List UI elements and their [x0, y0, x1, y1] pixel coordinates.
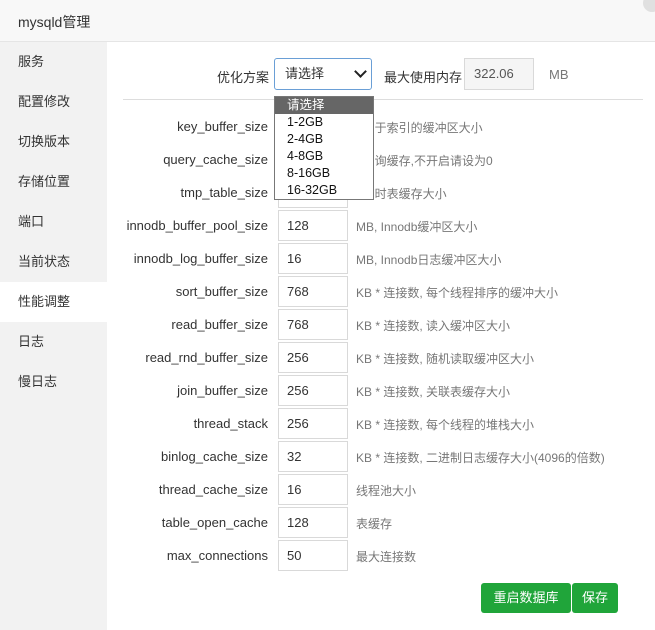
- sidebar-item-storage[interactable]: 存储位置: [0, 162, 107, 202]
- dropdown-option[interactable]: 4-8GB: [275, 148, 373, 165]
- sidebar-item-version[interactable]: 切换版本: [0, 122, 107, 162]
- param-desc: KB * 连接数, 每个线程排序的缓冲大小: [356, 286, 559, 300]
- param-name: query_cache_size: [163, 152, 268, 167]
- close-icon[interactable]: [643, 0, 655, 12]
- param-row: read_buffer_size 768 KB * 连接数, 读入缓冲区大小: [107, 309, 655, 342]
- param-input[interactable]: 256: [278, 342, 348, 373]
- param-name: join_buffer_size: [177, 383, 268, 398]
- param-desc: KB * 连接数, 二进制日志缓存大小(4096的倍数): [356, 451, 605, 465]
- param-row: max_connections 50 最大连接数: [107, 540, 655, 573]
- param-desc: 最大连接数: [356, 550, 417, 564]
- param-name: table_open_cache: [161, 515, 268, 530]
- max-memory-input[interactable]: 322.06: [464, 58, 534, 90]
- param-name: tmp_table_size: [180, 185, 268, 200]
- window-title: mysqld管理: [18, 14, 91, 30]
- param-desc: KB * 连接数, 每个线程的堆栈大小: [356, 418, 535, 432]
- param-row: read_rnd_buffer_size 256 KB * 连接数, 随机读取缓…: [107, 342, 655, 375]
- sidebar-item-port[interactable]: 端口: [0, 202, 107, 242]
- param-row: thread_stack 256 KB * 连接数, 每个线程的堆栈大小: [107, 408, 655, 441]
- param-name: read_rnd_buffer_size: [145, 350, 268, 365]
- param-row: innodb_buffer_pool_size 128 MB, Innodb缓冲…: [107, 210, 655, 243]
- main-panel: 优化方案 请选择 最大使用内存 322.06 MB key_buffer_siz…: [107, 42, 655, 630]
- param-name: key_buffer_size: [177, 119, 268, 134]
- param-desc: KB * 连接数, 读入缓冲区大小: [356, 319, 511, 333]
- dropdown-option[interactable]: 16-32GB: [275, 182, 373, 199]
- param-row: key_buffer_size , 用于索引的缓冲区大小: [107, 111, 655, 144]
- param-row: table_open_cache 128 表缓存: [107, 507, 655, 540]
- param-desc: MB, Innodb日志缓冲区大小: [356, 253, 502, 267]
- param-input[interactable]: 32: [278, 441, 348, 472]
- param-input[interactable]: 128: [278, 507, 348, 538]
- dropdown-option[interactable]: 8-16GB: [275, 165, 373, 182]
- max-memory-unit: MB: [549, 67, 569, 82]
- param-input[interactable]: 50: [278, 540, 348, 571]
- chevron-down-icon: [354, 65, 367, 78]
- param-input[interactable]: 16: [278, 243, 348, 274]
- param-name: sort_buffer_size: [175, 284, 268, 299]
- param-desc: KB * 连接数, 关联表缓存大小: [356, 385, 511, 399]
- param-name: innodb_buffer_pool_size: [126, 218, 268, 233]
- divider: [123, 99, 643, 100]
- dropdown-option[interactable]: 1-2GB: [275, 114, 373, 131]
- sidebar-item-performance[interactable]: 性能调整: [0, 282, 107, 322]
- optimize-label: 优化方案: [217, 70, 270, 85]
- sidebar-item-log[interactable]: 日志: [0, 322, 107, 362]
- param-name: innodb_log_buffer_size: [133, 251, 268, 266]
- param-desc: 线程池大小: [356, 484, 417, 498]
- param-row: thread_cache_size 16 线程池大小: [107, 474, 655, 507]
- param-name: thread_stack: [193, 416, 268, 431]
- param-name: binlog_cache_size: [161, 449, 268, 464]
- sidebar-item-slow-log[interactable]: 慢日志: [0, 362, 107, 402]
- optimize-row: 优化方案 请选择 最大使用内存 322.06 MB: [107, 58, 655, 92]
- param-input[interactable]: 768: [278, 309, 348, 340]
- param-desc: , 用于索引的缓冲区大小: [356, 121, 483, 135]
- sidebar-item-status[interactable]: 当前状态: [0, 242, 107, 282]
- param-row: query_cache_size , 查询缓存,不开启请设为0: [107, 144, 655, 177]
- param-row: binlog_cache_size 32 KB * 连接数, 二进制日志缓存大小…: [107, 441, 655, 474]
- param-desc: MB, Innodb缓冲区大小: [356, 220, 478, 234]
- param-input[interactable]: 16: [278, 474, 348, 505]
- param-desc: 表缓存: [356, 517, 393, 531]
- max-memory-label: 最大使用内存: [384, 70, 463, 85]
- restart-database-button[interactable]: 重启数据库: [481, 583, 571, 613]
- dropdown-option[interactable]: 请选择: [275, 97, 373, 114]
- sidebar-item-service[interactable]: 服务: [0, 42, 107, 82]
- sidebar-item-config[interactable]: 配置修改: [0, 82, 107, 122]
- param-row: tmp_table_size , 临时表缓存大小: [107, 177, 655, 210]
- param-desc: , 查询缓存,不开启请设为0: [356, 154, 493, 168]
- param-name: max_connections: [166, 548, 268, 563]
- param-row: sort_buffer_size 768 KB * 连接数, 每个线程排序的缓冲…: [107, 276, 655, 309]
- param-desc: KB * 连接数, 随机读取缓冲区大小: [356, 352, 535, 366]
- param-name: read_buffer_size: [171, 317, 268, 332]
- optimize-dropdown: 请选择 1-2GB 2-4GB 4-8GB 8-16GB 16-32GB: [274, 96, 374, 200]
- param-row: innodb_log_buffer_size 16 MB, Innodb日志缓冲…: [107, 243, 655, 276]
- param-input[interactable]: 768: [278, 276, 348, 307]
- optimize-select[interactable]: 请选择: [274, 58, 372, 90]
- dropdown-option[interactable]: 2-4GB: [275, 131, 373, 148]
- param-row: join_buffer_size 256 KB * 连接数, 关联表缓存大小: [107, 375, 655, 408]
- param-name: thread_cache_size: [158, 482, 268, 497]
- title-bar: mysqld管理: [0, 0, 655, 42]
- param-input[interactable]: 256: [278, 408, 348, 439]
- sidebar: 服务 配置修改 切换版本 存储位置 端口 当前状态 性能调整 日志 慢日志: [0, 42, 107, 630]
- param-input[interactable]: 256: [278, 375, 348, 406]
- save-button[interactable]: 保存: [572, 583, 618, 613]
- optimize-select-value: 请选择: [285, 66, 325, 81]
- param-input[interactable]: 128: [278, 210, 348, 241]
